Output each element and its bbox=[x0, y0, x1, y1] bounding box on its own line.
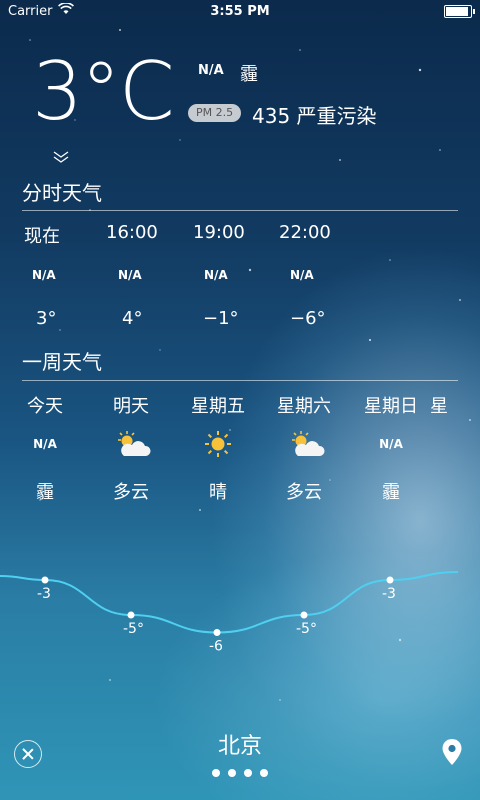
day-label: 星期六 bbox=[277, 396, 331, 417]
hourly-temp: −6° bbox=[290, 308, 326, 329]
hourly-weather-icon: N/A bbox=[32, 268, 56, 282]
page-dot[interactable] bbox=[244, 769, 252, 777]
hourly-time: 22:00 bbox=[279, 222, 331, 243]
day-label: 今天 bbox=[27, 396, 63, 417]
location-pin-icon[interactable] bbox=[441, 738, 463, 766]
low-temp-point bbox=[41, 576, 49, 584]
hourly-time: 现在 bbox=[24, 226, 60, 247]
low-temp-label: -5° bbox=[123, 621, 144, 637]
haze-na-icon: N/A bbox=[33, 437, 57, 451]
low-temp-point bbox=[127, 611, 135, 619]
hourly-divider bbox=[22, 210, 458, 211]
hourly-item: 16:00 bbox=[106, 222, 196, 243]
day-weather: 霾 bbox=[36, 482, 54, 503]
day-label: 星 bbox=[430, 396, 448, 417]
day-weather: 多云 bbox=[113, 482, 149, 503]
hourly-weather-icon: N/A bbox=[118, 268, 142, 282]
hourly-item: 19:00 bbox=[193, 222, 283, 243]
low-temp-point bbox=[386, 576, 394, 584]
weekly-divider bbox=[22, 380, 458, 381]
partly-cloudy-icon bbox=[118, 431, 151, 456]
hourly-temp: 4° bbox=[122, 308, 143, 329]
day-label: 明天 bbox=[113, 396, 149, 417]
low-temp-point bbox=[213, 629, 221, 636]
day-weather: 多云 bbox=[286, 482, 322, 503]
low-temp-label: -6 bbox=[209, 639, 223, 655]
city-name: 北京 bbox=[217, 734, 262, 759]
hourly-item: 22:00 bbox=[279, 222, 369, 243]
pm25-badge: PM 2.5 bbox=[188, 104, 242, 122]
current-temperature: 3°C bbox=[32, 45, 175, 138]
page-indicator bbox=[0, 762, 480, 781]
sun-icon bbox=[205, 431, 231, 457]
low-temp-label: -3 bbox=[37, 586, 51, 602]
temperature-chart: 3°6°3°3°3-3-5°-6-5°-3 bbox=[0, 571, 459, 655]
chevron-down-icon[interactable] bbox=[52, 150, 70, 164]
hourly-time: 19:00 bbox=[193, 222, 245, 243]
battery-icon bbox=[444, 5, 475, 18]
hourly-item: 现在 bbox=[24, 222, 114, 248]
haze-na-icon: N/A bbox=[379, 437, 403, 451]
low-temp-label: -3 bbox=[382, 586, 396, 602]
day-label: 星期日 bbox=[364, 396, 418, 417]
current-weather-text: 霾 bbox=[240, 64, 258, 85]
page-dot[interactable] bbox=[260, 769, 268, 777]
day-weather: 晴 bbox=[209, 482, 227, 503]
status-time: 3:55 PM bbox=[210, 4, 270, 19]
page-dot[interactable] bbox=[212, 769, 220, 777]
page-dot[interactable] bbox=[228, 769, 236, 777]
aqi-value: 435 严重污染 bbox=[252, 104, 377, 128]
low-temp-label: -5° bbox=[296, 621, 317, 637]
day-label: 星期五 bbox=[191, 396, 245, 417]
partly-cloudy-icon bbox=[292, 431, 325, 456]
hourly-weather-icon: N/A bbox=[290, 268, 314, 282]
hourly-title: 分时天气 bbox=[22, 181, 102, 205]
hourly-temp: 3° bbox=[36, 308, 57, 329]
hourly-time: 16:00 bbox=[106, 222, 158, 243]
hourly-weather-icon: N/A bbox=[204, 268, 228, 282]
weekly-title: 一周天气 bbox=[22, 350, 102, 374]
hourly-temp: −1° bbox=[203, 308, 239, 329]
low-temp-point bbox=[300, 611, 308, 619]
current-weather-icon: N/A bbox=[198, 63, 224, 78]
status-bar: Carrier 3:55 PM bbox=[0, 0, 480, 22]
day-weather: 霾 bbox=[382, 482, 400, 503]
